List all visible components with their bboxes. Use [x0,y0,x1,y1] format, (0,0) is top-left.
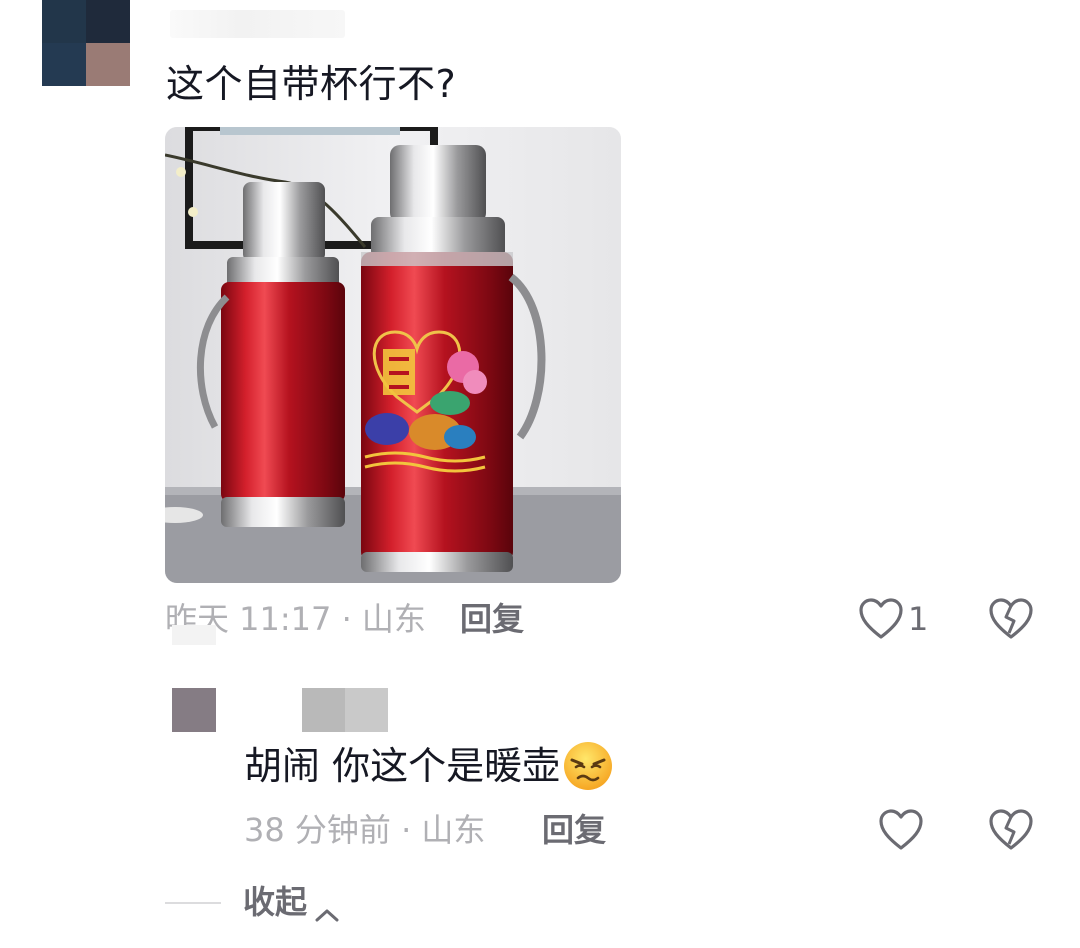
reply-avatar[interactable] [172,688,216,732]
heart-outline-icon[interactable] [878,808,924,852]
collapse-replies-button[interactable]: 收起 [243,880,341,924]
comment-text: 这个自带杯行不? [166,62,457,106]
redacted-fragment [172,625,216,645]
reply-button[interactable]: 回复 [542,808,606,852]
reply-comment: 胡闹 你这个是暖壶 [244,740,614,792]
divider [165,902,221,904]
username-redacted[interactable] [170,10,345,38]
annoyed-face-emoji [562,740,614,792]
broken-heart-icon[interactable] [988,808,1034,852]
reply-meta: 38 分钟前 · 山东 [244,811,486,849]
reply-text: 胡闹 你这个是暖壶 [244,744,561,788]
broken-heart-icon[interactable] [988,597,1034,641]
avatar[interactable] [42,0,130,86]
chevron-up-icon [313,892,341,922]
like-count: 1 [908,600,929,638]
reply-button[interactable]: 回复 [460,597,524,641]
comment-image[interactable] [165,127,621,583]
reply-username-redacted[interactable] [302,688,388,732]
collapse-label: 收起 [243,883,308,921]
heart-outline-icon[interactable] [858,597,904,641]
